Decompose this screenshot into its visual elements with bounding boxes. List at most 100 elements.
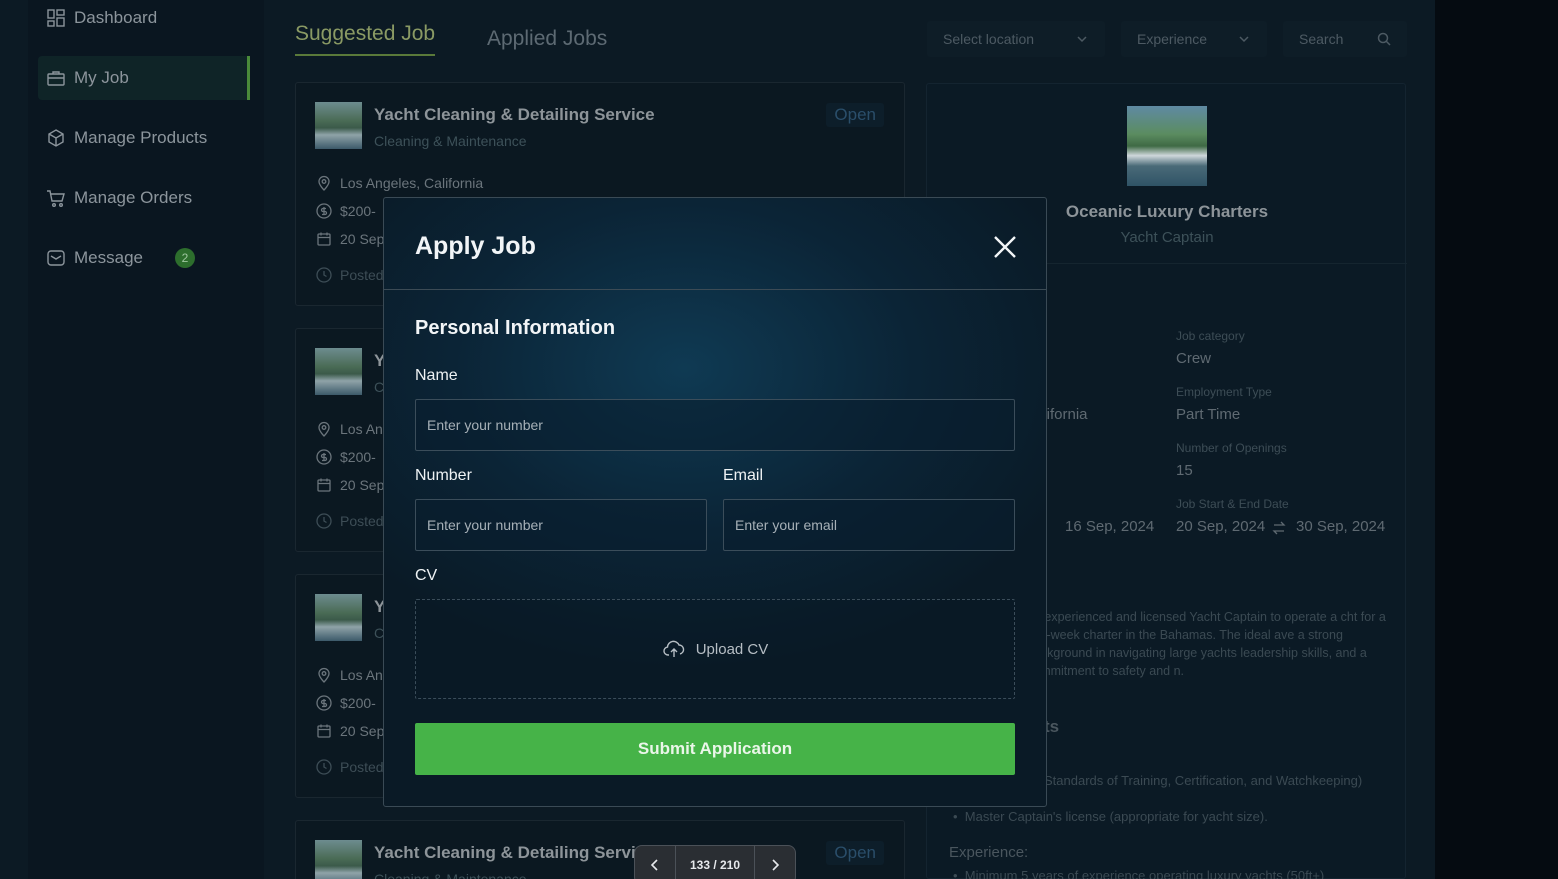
number-field[interactable]	[415, 499, 707, 551]
chevron-left-icon	[650, 859, 658, 871]
clock-icon	[316, 267, 332, 283]
mail-icon	[47, 250, 65, 266]
previous-page-button[interactable]	[635, 846, 675, 879]
status-badge: Open	[826, 103, 884, 127]
detail-partial-date: 16 Sep, 2024	[1065, 518, 1155, 535]
job-description: an experienced and licensed Yacht Captai…	[1027, 610, 1386, 678]
job-location-text: Los Angeles, California	[340, 175, 484, 191]
upload-cv-dropzone[interactable]: Upload CV	[415, 599, 1015, 699]
dollar-icon	[316, 695, 332, 711]
dollar-icon	[316, 203, 332, 219]
job-location: Los An	[316, 421, 383, 437]
job-posted-text: Posted	[340, 267, 384, 283]
tab-suggested-job[interactable]: Suggested Job	[295, 22, 436, 56]
sidebar-item-label: My Job	[74, 68, 129, 87]
experience-item: • Minimum 5 years of experience operatin…	[953, 868, 1324, 879]
job-date: 20 Sep	[316, 723, 384, 739]
search-input[interactable]: Search	[1283, 21, 1407, 57]
sidebar-item-dashboard[interactable]: Dashboard	[38, 0, 250, 40]
chevron-right-icon	[772, 859, 780, 871]
end-date: 30 Sep, 2024	[1296, 518, 1386, 535]
cv-label: CV	[415, 567, 438, 584]
message-count-badge: 2	[174, 248, 195, 268]
sidebar-item-manage-products[interactable]: Manage Products	[38, 116, 250, 160]
calendar-icon	[317, 724, 331, 738]
job-date-text: 20 Sep	[340, 723, 385, 739]
employment-type-value: Part Time	[1176, 406, 1241, 423]
job-salary-text: $200-	[340, 695, 376, 711]
openings-value: 15	[1176, 462, 1193, 479]
email-field[interactable]	[723, 499, 1015, 551]
experience-select[interactable]: Experience	[1121, 21, 1267, 57]
job-posted: Posted	[316, 267, 384, 283]
job-thumbnail	[315, 594, 362, 641]
dates-label: Job Start & End Date	[1176, 497, 1289, 511]
dollar-icon	[316, 449, 332, 465]
name-field[interactable]	[415, 399, 1015, 451]
location-pin-icon	[318, 667, 330, 683]
sidebar-item-label: Dashboard	[74, 8, 158, 27]
dashboard-icon	[47, 9, 65, 27]
job-thumbnail	[315, 840, 362, 879]
job-date-text: 20 Sep	[340, 231, 385, 247]
right-gutter	[1435, 0, 1558, 879]
job-thumbnail	[315, 102, 362, 149]
apply-job-modal: Apply Job Personal Information Name Numb…	[383, 197, 1047, 807]
start-date: 20 Sep, 2024	[1176, 518, 1266, 535]
experience-heading: Experience:	[949, 844, 1029, 861]
employment-type-label: Employment Type	[1176, 385, 1272, 399]
calendar-icon	[317, 478, 331, 492]
openings-label: Number of Openings	[1176, 441, 1287, 455]
job-category-value: Crew	[1176, 350, 1212, 367]
sidebar-item-label: Manage Orders	[74, 188, 193, 207]
requirement-item: • Master Captain's license (appropriate …	[953, 809, 1268, 824]
clock-icon	[316, 513, 332, 529]
tab-applied-jobs[interactable]: Applied Jobs	[487, 27, 607, 51]
job-salary-text: $200-	[340, 203, 376, 219]
location-select-label: Select location	[943, 31, 1035, 47]
job-location-text: Los An	[340, 667, 383, 683]
sidebar-item-manage-orders[interactable]: Manage Orders	[38, 176, 250, 220]
cloud-upload-icon	[663, 640, 684, 657]
job-location: Los Angeles, California	[316, 175, 483, 191]
job-posted-text: Posted	[340, 759, 384, 775]
chevron-down-icon	[1077, 36, 1087, 43]
job-salary: $200-	[316, 449, 376, 465]
job-thumbnail	[315, 348, 362, 395]
submit-application-button[interactable]: Submit Application	[415, 723, 1015, 775]
sidebar: Dashboard My Job Manage Products Manage …	[28, 0, 264, 879]
sidebar-item-message[interactable]: Message 2	[38, 236, 250, 280]
experience-text: Minimum 5 years of experience operating …	[964, 868, 1325, 879]
page-count: 133 / 210	[675, 846, 755, 879]
job-posted: Posted	[316, 759, 384, 775]
sidebar-item-label: Manage Products	[74, 128, 208, 147]
job-posted: Posted	[316, 513, 384, 529]
search-placeholder: Search	[1299, 31, 1344, 47]
job-category-label: Job category	[1176, 329, 1245, 343]
swap-arrows-icon	[1272, 521, 1286, 535]
modal-title: Apply Job	[415, 232, 536, 260]
status-badge: Open	[826, 841, 884, 865]
email-label: Email	[723, 467, 764, 484]
job-location: Los An	[316, 667, 383, 683]
number-label: Number	[415, 467, 472, 484]
sidebar-item-label: Message	[74, 248, 143, 267]
calendar-icon	[317, 232, 331, 246]
sidebar-item-my-job[interactable]: My Job	[38, 56, 250, 100]
job-date: 20 Sep	[316, 231, 384, 247]
job-category: Cleaning & Maintenance	[374, 871, 527, 879]
job-card[interactable]: Yacht Cleaning & Detailing Servi Cleanin…	[295, 820, 905, 879]
page-navigator: 133 / 210	[634, 845, 796, 879]
briefcase-icon	[47, 71, 65, 86]
upload-cv-label: Upload CV	[695, 640, 769, 658]
box-icon	[48, 129, 64, 147]
next-page-button[interactable]	[755, 846, 795, 879]
job-salary: $200-	[316, 203, 376, 219]
close-icon[interactable]	[992, 234, 1018, 260]
requirement-text: Master Captain's license (appropriate fo…	[964, 809, 1268, 824]
job-date: 20 Sep	[316, 477, 384, 493]
company-image	[1127, 106, 1207, 186]
location-select[interactable]: Select location	[927, 21, 1105, 57]
experience-select-label: Experience	[1137, 31, 1208, 47]
cart-icon	[47, 190, 65, 207]
